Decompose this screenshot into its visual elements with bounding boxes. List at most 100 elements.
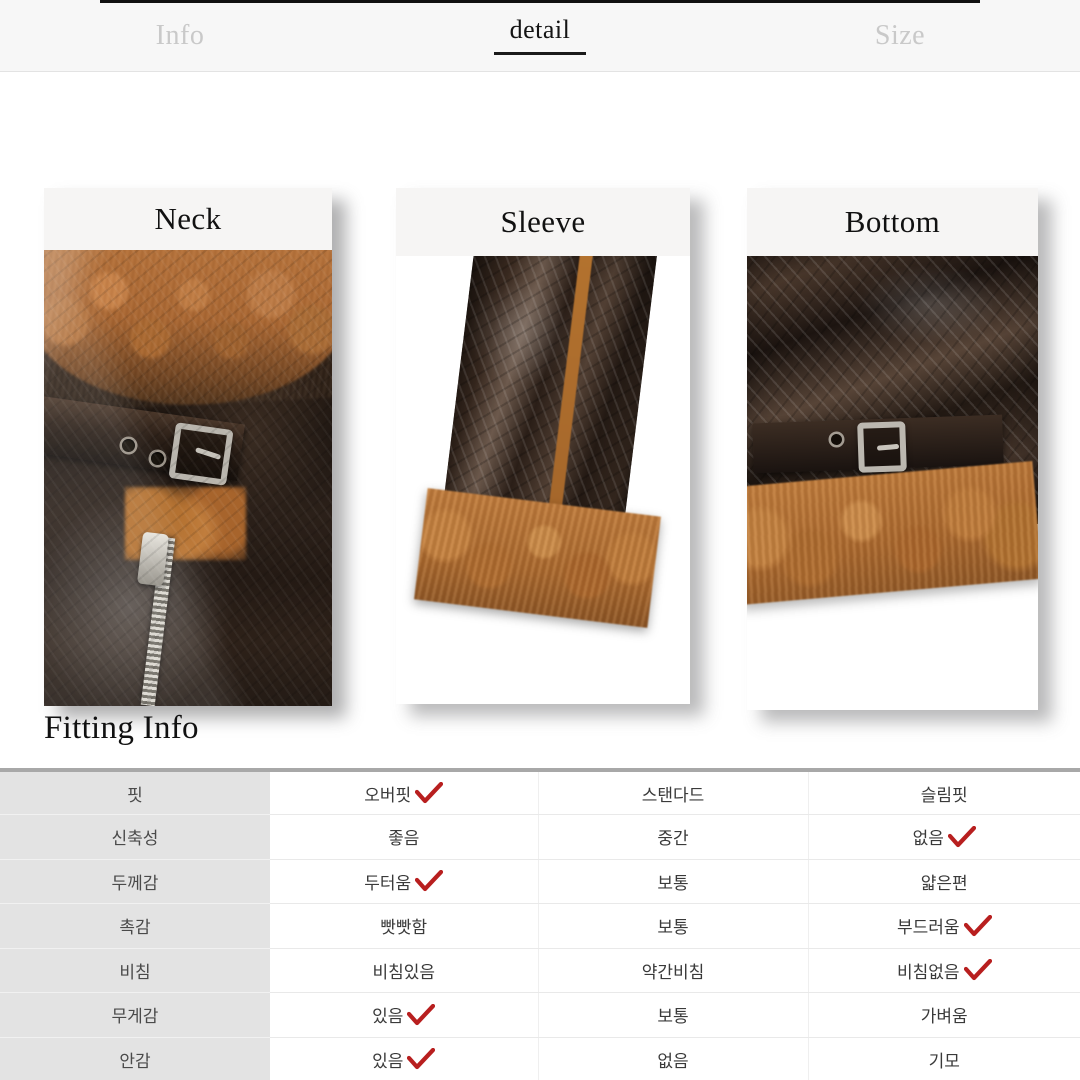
fitting-option-label: 빳빳함 bbox=[380, 918, 428, 939]
collar-buckle bbox=[168, 421, 234, 486]
fitting-option[interactable]: 좋음 bbox=[270, 814, 539, 860]
check-icon bbox=[963, 914, 992, 937]
fitting-option-content: 빳빳함 bbox=[380, 913, 427, 938]
fitting-option-label: 스탠다드 bbox=[641, 785, 705, 806]
fitting-row-label: 두께감 bbox=[0, 859, 270, 904]
fitting-option-selected[interactable]: 없음 bbox=[808, 814, 1080, 860]
hem-fur-trim bbox=[747, 460, 1038, 605]
fitting-option-content: 중간 bbox=[657, 824, 688, 849]
tab-detail-label: detail bbox=[509, 14, 571, 44]
detail-card-sleeve-photo bbox=[396, 256, 690, 704]
tab-size[interactable]: Size bbox=[720, 0, 1080, 72]
fitting-option[interactable]: 얇은편 bbox=[808, 859, 1080, 904]
fitting-option-content: 없음 bbox=[657, 1047, 688, 1072]
detail-photo-cards: Neck Sleeve Bottom bbox=[0, 72, 1080, 710]
fitting-option-content: 보통 bbox=[657, 1002, 688, 1027]
fitting-row-label: 무게감 bbox=[0, 992, 270, 1038]
fitting-option[interactable]: 없음 bbox=[538, 1037, 809, 1080]
fitting-option-selected[interactable]: 있음 bbox=[270, 992, 539, 1038]
detail-card-sleeve[interactable]: Sleeve bbox=[396, 188, 690, 704]
fitting-option-label: 보통 bbox=[657, 873, 689, 894]
table-row: 안감 있음 없음 기모 bbox=[0, 1037, 1080, 1080]
fitting-option-label: 얇은편 bbox=[920, 873, 968, 894]
fitting-option-label: 슬림핏 bbox=[920, 785, 968, 806]
fitting-row-label: 신축성 bbox=[0, 814, 270, 860]
product-detail-page: Info detail Size Neck Sleeve Bottom Fitt… bbox=[0, 0, 1080, 1080]
fitting-option-selected[interactable]: 부드러움 bbox=[808, 903, 1080, 949]
table-row: 비침 비침있음 약간비침 비침없음 bbox=[0, 948, 1080, 993]
detail-card-bottom[interactable]: Bottom bbox=[747, 188, 1038, 710]
fitting-option[interactable]: 보통 bbox=[538, 992, 809, 1038]
table-row: 신축성 좋음 중간 없음 bbox=[0, 814, 1080, 860]
fitting-option-label: 좋음 bbox=[388, 829, 420, 850]
fitting-option-content: 좋음 bbox=[388, 824, 419, 849]
fitting-option-content: 있음 bbox=[372, 1047, 436, 1072]
fitting-option-selected[interactable]: 두터움 bbox=[270, 859, 539, 904]
fitting-option[interactable]: 기모 bbox=[808, 1037, 1080, 1080]
detail-card-neck[interactable]: Neck bbox=[44, 188, 332, 706]
sleeve-leather-image bbox=[396, 256, 690, 704]
fitting-option[interactable]: 비침있음 bbox=[270, 948, 539, 993]
table-row: 무게감 있음 보통 가벼움 bbox=[0, 992, 1080, 1038]
table-row: 핏 오버핏 스탠다드 슬림핏 bbox=[0, 770, 1080, 815]
fitting-option[interactable]: 스탠다드 bbox=[538, 770, 809, 815]
detail-card-neck-caption: Neck bbox=[154, 201, 222, 236]
fitting-option[interactable]: 보통 bbox=[538, 859, 809, 904]
detail-card-bottom-caption-bar: Bottom bbox=[747, 188, 1038, 256]
fitting-row-label: 촉감 bbox=[0, 903, 270, 949]
neck-leather-image bbox=[44, 250, 332, 706]
tab-detail[interactable]: detail bbox=[360, 0, 720, 72]
detail-card-neck-photo bbox=[44, 250, 332, 706]
fitting-option-content: 기모 bbox=[929, 1047, 960, 1072]
active-tab-underline bbox=[494, 51, 586, 55]
fitting-option-label: 기모 bbox=[928, 1051, 960, 1072]
fitting-option-content: 약간비침 bbox=[642, 958, 705, 983]
fitting-option-label: 약간비침 bbox=[641, 962, 705, 983]
fitting-option-label: 비침없음 bbox=[896, 962, 960, 983]
detail-card-bottom-caption: Bottom bbox=[844, 204, 941, 239]
bottom-leather-image bbox=[747, 256, 1038, 710]
fitting-option-content: 두터움 bbox=[364, 869, 444, 894]
tab-info-label: Info bbox=[155, 19, 205, 51]
fitting-option-selected[interactable]: 오버핏 bbox=[270, 770, 539, 815]
fitting-option-selected[interactable]: 있음 bbox=[270, 1037, 539, 1080]
detail-tab-bar: Info detail Size bbox=[0, 0, 1080, 72]
fitting-option-content: 가벼움 bbox=[921, 1002, 968, 1027]
fitting-option[interactable]: 약간비침 bbox=[538, 948, 809, 993]
fitting-option-label: 보통 bbox=[657, 1007, 689, 1028]
fitting-option[interactable]: 슬림핏 bbox=[808, 770, 1080, 815]
fitting-option[interactable]: 중간 bbox=[538, 814, 809, 860]
fitting-option-content: 얇은편 bbox=[921, 869, 968, 894]
table-row: 촉감 빳빳함 보통 부드러움 bbox=[0, 903, 1080, 949]
check-icon bbox=[415, 870, 444, 892]
detail-card-neck-caption-bar: Neck bbox=[44, 188, 332, 250]
check-icon bbox=[407, 1048, 436, 1070]
fitting-option-content: 오버핏 bbox=[364, 781, 444, 806]
check-icon bbox=[407, 1003, 436, 1026]
check-icon bbox=[963, 959, 992, 981]
fitting-info-table: 핏 오버핏 스탠다드 슬림핏 신축성 좋음 중간 없음 두께감 두터움 보통 얇은편 촉감 빳빳함 보통 부드… bbox=[0, 768, 1080, 1080]
fitting-option-content: 있음 bbox=[372, 1002, 436, 1027]
fitting-option-label: 없음 bbox=[657, 1051, 689, 1072]
fitting-option[interactable]: 빳빳함 bbox=[270, 903, 539, 949]
tab-size-label: Size bbox=[874, 19, 926, 51]
fitting-info-table-body: 핏 오버핏 스탠다드 슬림핏 신축성 좋음 중간 없음 두께감 두터움 보통 얇은편 촉감 빳빳함 보통 부드… bbox=[0, 770, 1080, 1080]
tab-info[interactable]: Info bbox=[0, 0, 360, 72]
fitting-row-label: 핏 bbox=[0, 770, 270, 815]
fitting-option-content: 없음 bbox=[913, 824, 976, 849]
fitting-option-label: 없음 bbox=[912, 829, 944, 850]
fitting-option-content: 스탠다드 bbox=[642, 781, 705, 806]
hem-belt-buckle bbox=[856, 420, 907, 473]
fitting-row-label: 비침 bbox=[0, 948, 270, 993]
shearling-collar bbox=[44, 250, 332, 414]
fitting-option-label: 중간 bbox=[657, 829, 689, 850]
fitting-option-content: 비침있음 bbox=[372, 958, 435, 983]
fitting-option[interactable]: 가벼움 bbox=[808, 992, 1080, 1038]
fitting-option-selected[interactable]: 비침없음 bbox=[808, 948, 1080, 993]
fitting-option-content: 보통 bbox=[657, 869, 688, 894]
fitting-option[interactable]: 보통 bbox=[538, 903, 809, 949]
fitting-option-content: 보통 bbox=[657, 913, 688, 938]
check-icon bbox=[415, 782, 444, 804]
fitting-option-label: 두터움 bbox=[364, 873, 412, 894]
table-row: 두께감 두터움 보통 얇은편 bbox=[0, 859, 1080, 904]
